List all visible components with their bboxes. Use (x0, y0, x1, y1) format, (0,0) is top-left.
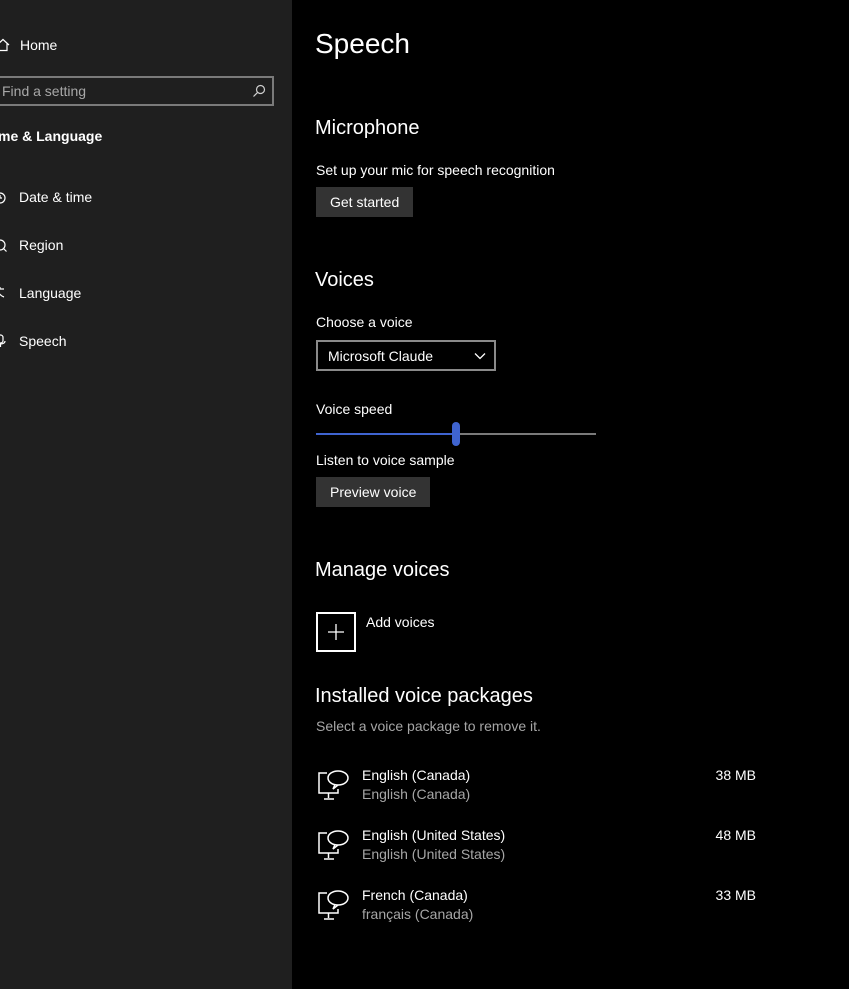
voice-package-item[interactable]: French (Canada) français (Canada) 33 MB (316, 887, 756, 929)
page-title: Speech (315, 28, 410, 59)
sidebar-item-region[interactable]: Region (0, 234, 63, 256)
voice-package-size: 48 MB (715, 827, 756, 843)
slider-thumb[interactable] (452, 422, 460, 446)
voice-package-language: English (Canada) (362, 786, 471, 802)
speech-icon (0, 334, 6, 347)
add-voices-label: Add voices (366, 614, 435, 630)
voice-package-language: English (United States) (362, 846, 506, 862)
voice-select-value: Microsoft Claude (328, 347, 434, 364)
sidebar-item-speech[interactable]: Speech (0, 330, 66, 352)
voice-package-item[interactable]: English (Canada) English (Canada) 38 MB (316, 767, 756, 809)
voice-speed-slider[interactable] (316, 422, 596, 446)
sidebar-section-title: me & Language (0, 128, 103, 144)
search-icon[interactable] (252, 84, 266, 98)
get-started-button[interactable]: Get started (316, 187, 414, 217)
speech-pc-icon (318, 770, 349, 800)
preview-voice-button[interactable]: Preview voice (316, 477, 431, 507)
sidebar-item-language[interactable]: Language (0, 282, 81, 304)
voice-package-size: 33 MB (715, 887, 756, 903)
voice-sample-label: Listen to voice sample (316, 452, 455, 468)
installed-packages-hint: Select a voice package to remove it. (316, 718, 541, 734)
voice-package-name: English (United States) (362, 827, 506, 843)
plus-icon (328, 624, 344, 640)
sidebar: Home me & Language Date & time Region (0, 0, 292, 989)
voice-package-name: English (Canada) (362, 767, 471, 783)
microphone-description: Set up your mic for speech recognition (316, 162, 555, 178)
sidebar-item-label: Home (20, 37, 58, 53)
region-icon (0, 239, 7, 252)
language-icon (0, 287, 5, 298)
add-voices-box (316, 612, 356, 652)
voice-package-name: French (Canada) (362, 887, 468, 903)
search-input[interactable] (0, 83, 252, 99)
installed-packages-heading: Installed voice packages (315, 685, 533, 707)
voice-package-item[interactable]: English (United States) English (United … (316, 827, 756, 869)
chevron-down-icon (474, 352, 486, 359)
sidebar-item-home[interactable]: Home (0, 34, 57, 56)
sidebar-item-date-time[interactable]: Date & time (0, 186, 92, 208)
sidebar-item-label: Language (19, 285, 82, 301)
sidebar-item-label: Region (19, 237, 64, 253)
manage-voices-heading: Manage voices (315, 559, 450, 581)
settings-window: Home me & Language Date & time Region (0, 0, 849, 989)
voice-package-language: français (Canada) (362, 906, 474, 922)
search-box[interactable] (0, 76, 274, 106)
choose-voice-label: Choose a voice (316, 314, 413, 330)
slider-track-filled (316, 433, 452, 435)
date-time-icon (0, 192, 6, 204)
home-icon (0, 38, 10, 52)
add-voices-button[interactable]: Add voices (316, 612, 434, 652)
speech-pc-icon (318, 830, 349, 860)
voice-package-size: 38 MB (715, 767, 756, 783)
voice-select[interactable]: Microsoft Claude (316, 340, 496, 371)
main-content: Speech Microphone Set up your mic for sp… (292, 0, 849, 989)
voice-speed-label: Voice speed (316, 401, 393, 417)
sidebar-item-label: Date & time (19, 189, 93, 205)
microphone-heading: Microphone (315, 117, 420, 139)
sidebar-item-label: Speech (19, 333, 67, 349)
slider-track-empty (460, 433, 596, 435)
voices-heading: Voices (315, 269, 374, 291)
speech-pc-icon (318, 890, 349, 920)
